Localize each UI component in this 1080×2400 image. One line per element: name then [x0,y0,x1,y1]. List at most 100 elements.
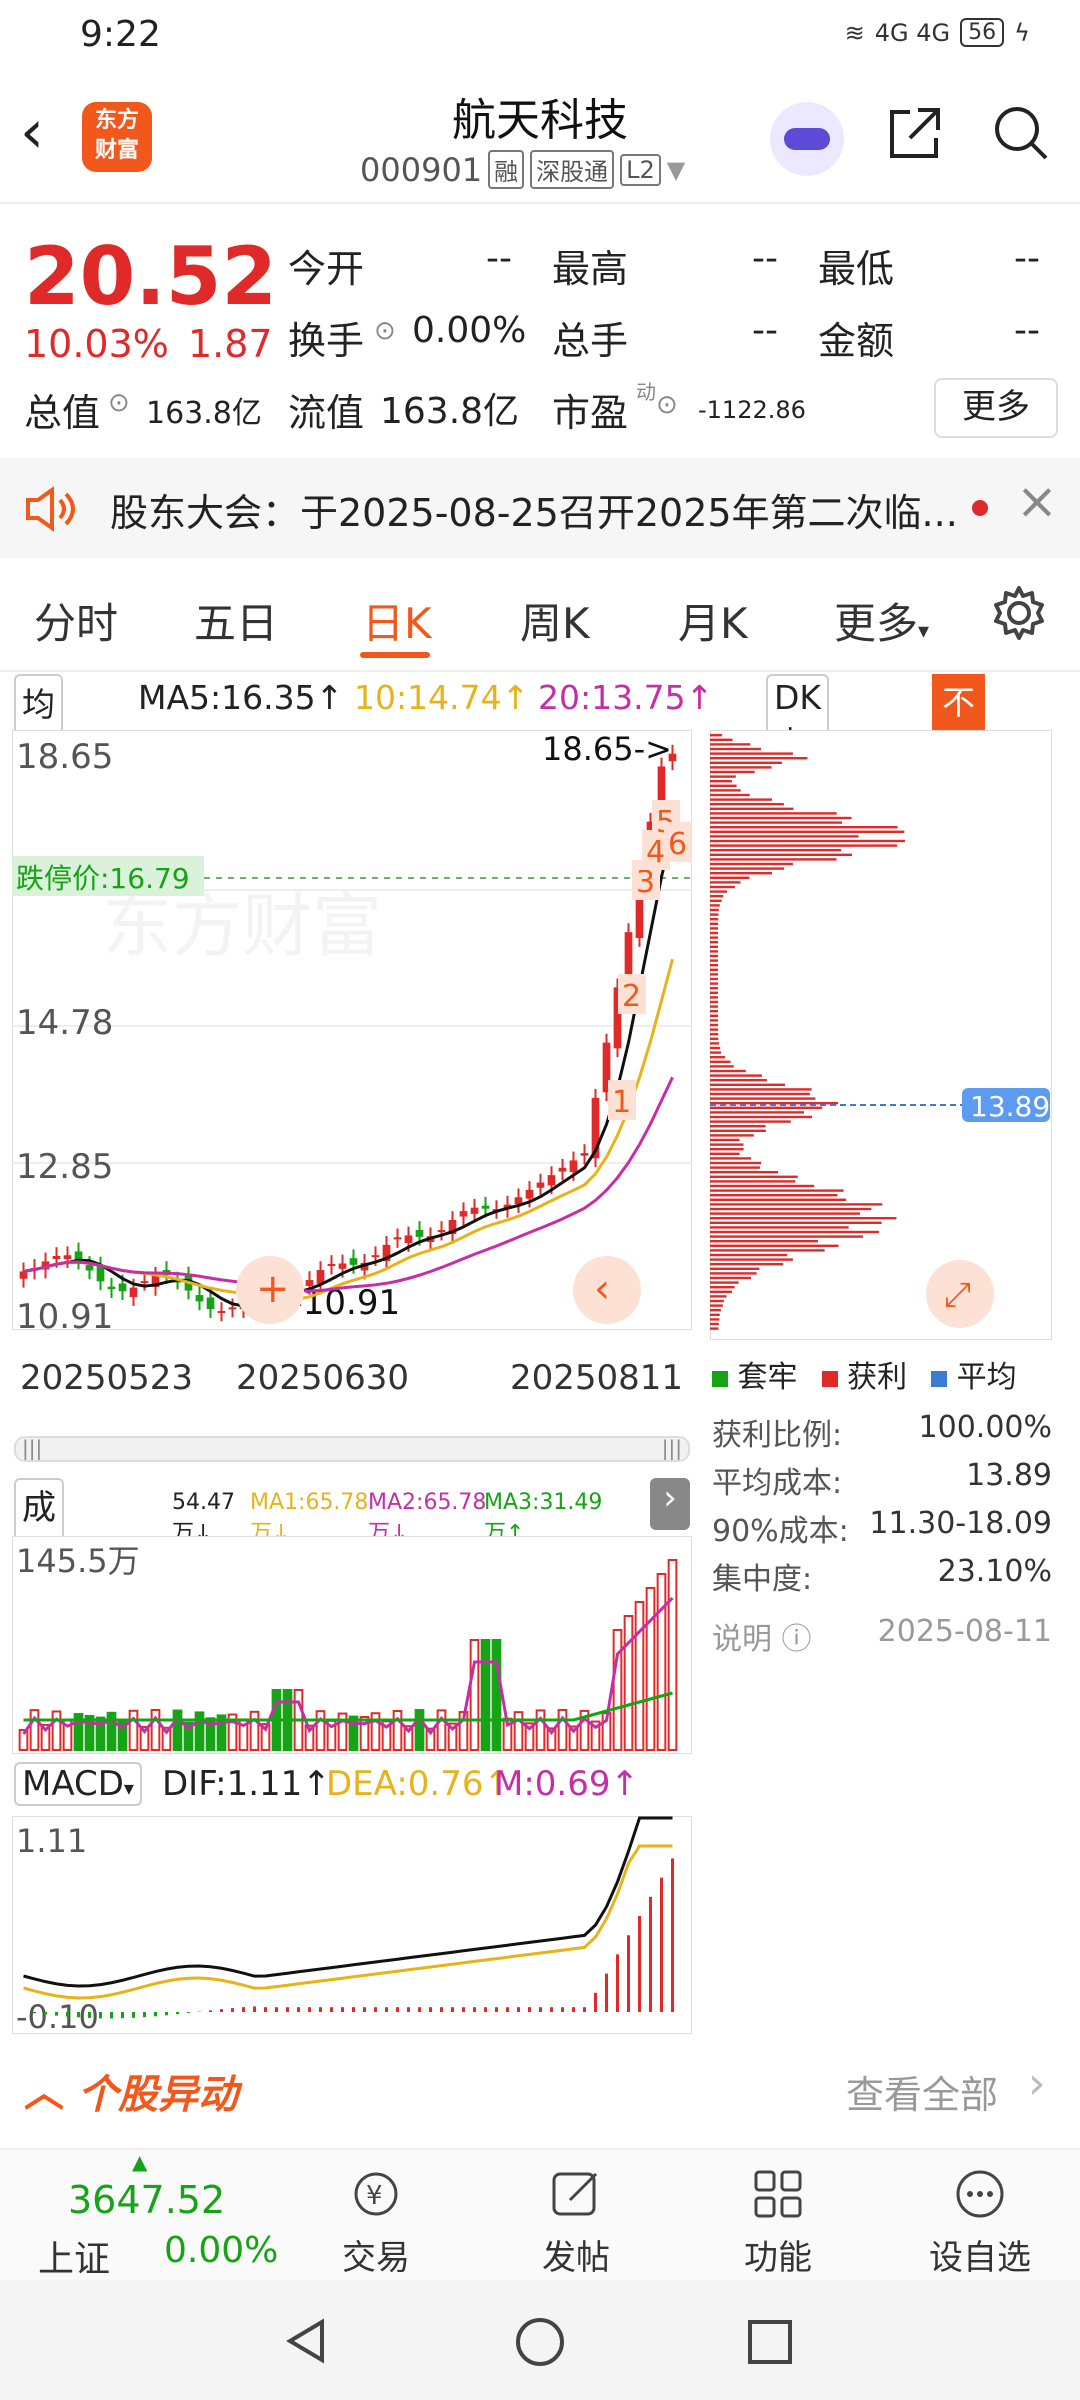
notice-bar[interactable]: 股东大会：于2025-08-25召开2025年第二次临... × [0,458,1080,558]
macd-dea: DEA:0.76↑ [326,1764,512,1804]
distribution-bar [710,913,719,916]
candle-body [19,1271,28,1279]
distribution-bar [710,757,808,760]
distribution-bar [710,1249,825,1252]
bottom-toolbar: ▲ 3647.52 上证 0.00% ¥ 交易 发帖 功能 设自选 [0,2148,1080,2280]
distribution-bar [710,931,719,935]
volume-bar [612,1629,623,1751]
distribution-bar [710,977,718,981]
distribution-bar [710,1042,720,1045]
distribution-bar [710,747,761,751]
distribution-bar [710,1203,883,1206]
distribution-bar [710,1111,804,1114]
ma20-value: 20:13.75↑ [538,678,714,717]
avg-cost-marker: 13.89 [970,1090,1050,1123]
distribution-bar [710,761,782,764]
macd-chart[interactable]: 1.11 -0.10 [11,1815,693,2036]
recents-square-icon[interactable] [746,2318,794,2366]
distribution-bar [710,959,719,962]
distribution-svg: 13.89 ⤢ [709,729,1053,1341]
distribution-bar [710,1023,719,1027]
candle-body [580,1153,589,1156]
distribution-bar [710,1304,723,1307]
search-icon[interactable] [990,102,1052,164]
nav-trade[interactable]: ¥ 交易 [296,2168,456,2279]
macd-dropdown[interactable]: MACD▾ [14,1762,142,1806]
candle-body [525,1189,534,1199]
nav-functions[interactable]: 功能 [698,2168,858,2279]
distribution-bar [710,752,793,755]
stock-code: 000901 [360,150,483,189]
volume-bar [128,1709,139,1751]
nav-add-watchlist[interactable]: 设自选 [900,2168,1060,2279]
index-ticker[interactable]: ▲ 3647.52 上证 0.00% [14,2150,304,2280]
candle-body [569,1160,578,1173]
stock-header: ‹ 东方 财富 航天科技 000901 融 深股通 L2 ▼ [0,72,1080,204]
tab-five-day[interactable]: 五日 [194,590,278,651]
scroll-handle-right[interactable]: ||| [662,1436,682,1460]
chip-distribution[interactable]: 13.89 ⤢ [709,729,1053,1341]
stock-movement-section[interactable]: ︿ 个股异动 查看全部 › [0,2052,1080,2122]
share-icon[interactable] [884,102,946,164]
ma10-value: 10:14.74↑ [354,678,530,717]
tab-intraday[interactable]: 分时 [34,590,118,651]
tab-monthly-k[interactable]: 月K [678,590,748,651]
svg-text:¥: ¥ [366,2181,383,2211]
distribution-bar [710,1074,762,1077]
volume-bar [194,1711,205,1751]
distribution-bar [710,1166,760,1169]
settings-gear-icon[interactable] [990,584,1048,642]
tab-weekly-k[interactable]: 周K [520,590,590,651]
volume-bar [106,1711,117,1751]
tab-more[interactable]: 更多▾ [834,590,929,651]
time-range-scrollbar[interactable]: ||| ||| [14,1436,690,1462]
info-icon[interactable]: ⊙ [374,316,396,346]
stock-code-row[interactable]: 000901 融 深股通 L2 ▼ [360,150,685,189]
candle-body [52,1255,61,1259]
volume-bar [480,1639,491,1751]
volume-chart[interactable]: 145.5万 [11,1535,693,1755]
explain-row[interactable]: 说明 ⓘ 2025-08-11 [712,1614,1052,1658]
candle-body [118,1283,127,1292]
plus-icon: + [256,1266,290,1312]
more-button[interactable]: 更多 [934,378,1058,438]
kline-chart[interactable]: 东方财富 18.65 14.78 12.85 10.91 跌停价:16.79 1… [11,729,693,1337]
distribution-bar [710,1134,754,1137]
distribution-bar [710,858,837,861]
distribution-bar [710,890,728,893]
index-name: 上证 [38,2239,111,2280]
distribution-bar [710,1263,784,1266]
distribution-bar [710,1295,727,1298]
volume-value: -- [752,310,778,351]
candle-body [558,1167,567,1172]
close-icon[interactable]: × [1016,472,1058,530]
distribution-bar [710,954,719,958]
candle-body [481,1205,490,1209]
home-circle-icon[interactable] [514,2316,566,2368]
distribution-bar [710,826,898,829]
back-triangle-icon[interactable] [282,2316,332,2366]
low-label: 最低 [818,247,895,291]
ai-assistant-icon[interactable] [770,102,844,176]
distribution-bar [710,862,793,866]
nav-post[interactable]: 发帖 [496,2168,656,2279]
view-all-link[interactable]: 查看全部 [846,2064,998,2119]
distribution-bar [710,1226,849,1229]
concentration-row: 集中度: 23.10% [712,1554,1052,1597]
distribution-bar [710,853,853,856]
distribution-bar [710,996,719,999]
distribution-bar [710,1046,721,1050]
info-icon[interactable]: ⊙ [108,388,130,418]
distribution-bar [710,1272,757,1275]
distribution-bar [710,775,736,778]
distribution-bar [710,872,772,875]
distribution-bar [710,1115,812,1119]
volume-bar [491,1639,502,1751]
tab-daily-k[interactable]: 日K [362,590,432,651]
date-label-2: 20250630 [236,1358,410,1398]
chevron-right-icon[interactable]: › [650,1478,690,1530]
info-icon[interactable]: ⊙ [656,390,678,420]
candle-body [338,1263,347,1269]
scroll-handle-left[interactable]: ||| [22,1436,42,1460]
distribution-bar [710,1327,719,1330]
